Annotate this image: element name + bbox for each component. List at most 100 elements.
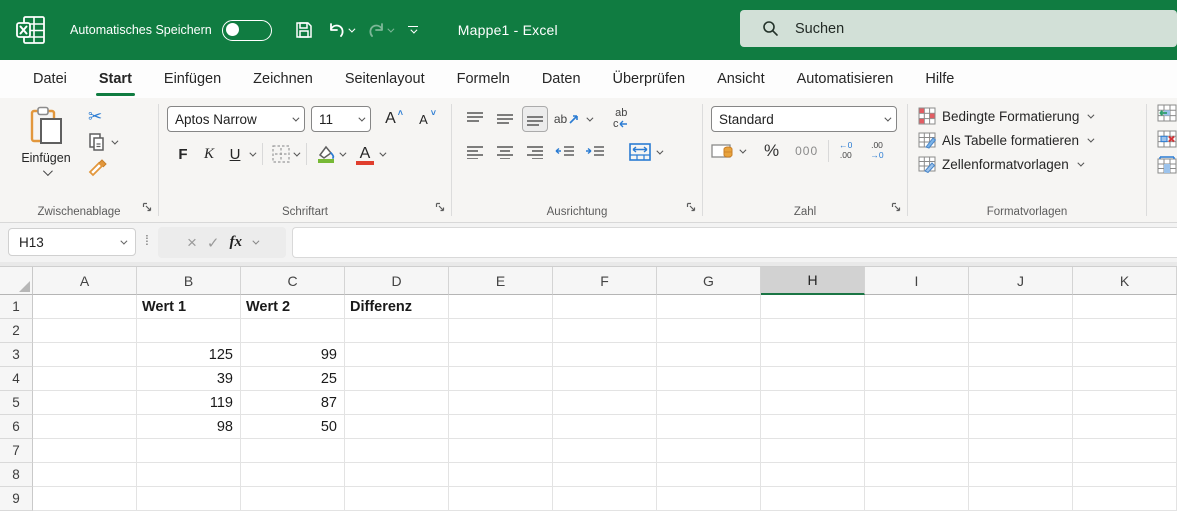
wrap-text-button[interactable]: ab c bbox=[613, 108, 630, 130]
cell-K8[interactable] bbox=[1073, 463, 1177, 487]
customize-quick-access-button[interactable] bbox=[407, 25, 418, 35]
cell-J8[interactable] bbox=[969, 463, 1073, 487]
cell-F8[interactable] bbox=[553, 463, 657, 487]
cell-J5[interactable] bbox=[969, 391, 1073, 415]
cell-A5[interactable] bbox=[33, 391, 137, 415]
cell-H4[interactable] bbox=[761, 367, 865, 391]
decrease-indent-button[interactable] bbox=[552, 139, 578, 165]
insert-cells-button[interactable] bbox=[1157, 104, 1177, 122]
fill-color-chevron[interactable] bbox=[339, 149, 347, 157]
font-dialog-launcher[interactable] bbox=[435, 199, 445, 217]
column-header-H[interactable]: H bbox=[761, 267, 865, 295]
column-header-I[interactable]: I bbox=[865, 267, 969, 295]
cell-D4[interactable] bbox=[345, 367, 449, 391]
row-header-3[interactable]: 3 bbox=[0, 343, 33, 367]
cell-F5[interactable] bbox=[553, 391, 657, 415]
tab-automatisieren[interactable]: Automatisieren bbox=[784, 62, 907, 97]
column-header-A[interactable]: A bbox=[33, 267, 137, 295]
cell-H9[interactable] bbox=[761, 487, 865, 511]
cell-B5[interactable]: 119 bbox=[137, 391, 241, 415]
cell-F9[interactable] bbox=[553, 487, 657, 511]
cell-C4[interactable]: 25 bbox=[241, 367, 345, 391]
cell-A3[interactable] bbox=[33, 343, 137, 367]
column-header-D[interactable]: D bbox=[345, 267, 449, 295]
align-center-button[interactable] bbox=[492, 139, 518, 165]
cell-H2[interactable] bbox=[761, 319, 865, 343]
cell-C9[interactable] bbox=[241, 487, 345, 511]
cell-B8[interactable] bbox=[137, 463, 241, 487]
cell-I8[interactable] bbox=[865, 463, 969, 487]
cell-styles-button[interactable]: Zellenformatvorlagen bbox=[918, 152, 1146, 176]
cell-E1[interactable] bbox=[449, 295, 553, 319]
alignment-dialog-launcher[interactable] bbox=[686, 199, 696, 217]
cell-D5[interactable] bbox=[345, 391, 449, 415]
merge-center-button[interactable] bbox=[628, 142, 652, 162]
cell-F2[interactable] bbox=[553, 319, 657, 343]
conditional-formatting-button[interactable]: Bedingte Formatierung bbox=[918, 104, 1146, 128]
tab-start[interactable]: Start bbox=[86, 62, 145, 97]
cell-C7[interactable] bbox=[241, 439, 345, 463]
cell-I2[interactable] bbox=[865, 319, 969, 343]
cell-H8[interactable] bbox=[761, 463, 865, 487]
align-right-button[interactable] bbox=[522, 139, 548, 165]
column-header-C[interactable]: C bbox=[241, 267, 345, 295]
cell-J3[interactable] bbox=[969, 343, 1073, 367]
cell-D2[interactable] bbox=[345, 319, 449, 343]
cell-G6[interactable] bbox=[657, 415, 761, 439]
cell-F6[interactable] bbox=[553, 415, 657, 439]
cell-J2[interactable] bbox=[969, 319, 1073, 343]
font-name-combobox[interactable]: Aptos Narrow bbox=[167, 106, 305, 132]
cell-J9[interactable] bbox=[969, 487, 1073, 511]
cell-K4[interactable] bbox=[1073, 367, 1177, 391]
tab-seitenlayout[interactable]: Seitenlayout bbox=[332, 62, 438, 97]
cell-J6[interactable] bbox=[969, 415, 1073, 439]
row-header-8[interactable]: 8 bbox=[0, 463, 33, 487]
enter-button[interactable]: ✓ bbox=[207, 234, 220, 252]
cell-K2[interactable] bbox=[1073, 319, 1177, 343]
tab-überprüfen[interactable]: Überprüfen bbox=[600, 62, 699, 97]
cell-I3[interactable] bbox=[865, 343, 969, 367]
name-box[interactable]: H13 bbox=[8, 228, 136, 256]
copy-menu-chevron[interactable] bbox=[111, 137, 119, 145]
cell-C5[interactable]: 87 bbox=[241, 391, 345, 415]
row-header-9[interactable]: 9 bbox=[0, 487, 33, 511]
cell-E3[interactable] bbox=[449, 343, 553, 367]
increase-font-size-button[interactable]: A ˄ bbox=[377, 107, 404, 131]
align-left-button[interactable] bbox=[462, 139, 488, 165]
cell-B3[interactable]: 125 bbox=[137, 343, 241, 367]
cell-G7[interactable] bbox=[657, 439, 761, 463]
cell-I4[interactable] bbox=[865, 367, 969, 391]
cell-E9[interactable] bbox=[449, 487, 553, 511]
cell-C2[interactable] bbox=[241, 319, 345, 343]
cell-E4[interactable] bbox=[449, 367, 553, 391]
align-top-button[interactable] bbox=[462, 106, 488, 132]
undo-button[interactable] bbox=[322, 15, 357, 45]
copy-button[interactable] bbox=[88, 132, 106, 152]
cell-I9[interactable] bbox=[865, 487, 969, 511]
cell-H3[interactable] bbox=[761, 343, 865, 367]
cell-G1[interactable] bbox=[657, 295, 761, 319]
tab-zeichnen[interactable]: Zeichnen bbox=[240, 62, 326, 97]
font-color-chevron[interactable] bbox=[379, 149, 387, 157]
cell-E6[interactable] bbox=[449, 415, 553, 439]
paste-button[interactable]: Einfügen bbox=[14, 106, 78, 222]
number-format-combobox[interactable]: Standard bbox=[711, 106, 897, 132]
cell-C8[interactable] bbox=[241, 463, 345, 487]
cell-I1[interactable] bbox=[865, 295, 969, 319]
number-dialog-launcher[interactable] bbox=[891, 199, 901, 217]
cell-F7[interactable] bbox=[553, 439, 657, 463]
column-header-J[interactable]: J bbox=[969, 267, 1073, 295]
cell-K9[interactable] bbox=[1073, 487, 1177, 511]
formula-bar-grip[interactable]: ⁞ bbox=[145, 232, 149, 248]
cell-B2[interactable] bbox=[137, 319, 241, 343]
search-box[interactable]: Suchen bbox=[740, 10, 1177, 47]
row-header-1[interactable]: 1 bbox=[0, 295, 33, 319]
delete-cells-button[interactable] bbox=[1157, 130, 1177, 148]
merge-center-chevron[interactable] bbox=[656, 147, 664, 155]
cell-G8[interactable] bbox=[657, 463, 761, 487]
cell-D3[interactable] bbox=[345, 343, 449, 367]
cell-I7[interactable] bbox=[865, 439, 969, 463]
cut-button[interactable]: ✂ bbox=[88, 108, 102, 125]
cell-D7[interactable] bbox=[345, 439, 449, 463]
column-header-E[interactable]: E bbox=[449, 267, 553, 295]
